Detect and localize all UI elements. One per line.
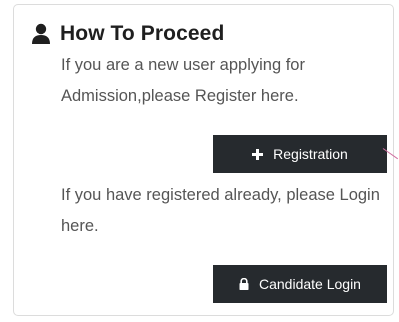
registration-button-label: Registration xyxy=(273,146,348,162)
plus-icon xyxy=(252,148,264,160)
panel-title: How To Proceed xyxy=(60,22,225,45)
user-icon xyxy=(31,23,51,45)
candidate-login-button[interactable]: Candidate Login xyxy=(213,265,387,303)
new-user-instructions: If you are a new user applying for Admis… xyxy=(61,56,305,105)
candidate-login-button-label: Candidate Login xyxy=(259,276,361,292)
registration-button[interactable]: Registration xyxy=(213,135,387,173)
panel-heading: How To Proceed xyxy=(31,22,224,46)
lock-icon xyxy=(239,278,249,290)
registered-user-instructions: If you have registered already, please L… xyxy=(61,186,380,235)
